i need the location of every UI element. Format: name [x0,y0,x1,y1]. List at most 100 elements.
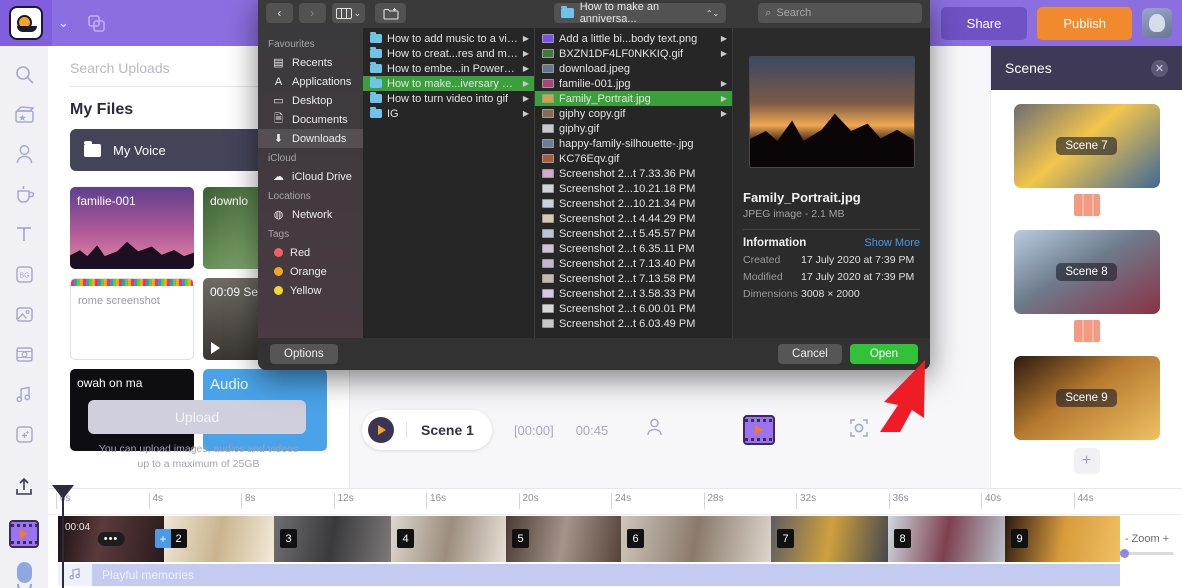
scene-thumbnail[interactable]: Scene 8 [1014,230,1160,314]
playhead[interactable] [62,489,64,588]
file-row[interactable]: Screenshot 2...t 6.00.01 PM [535,301,732,316]
file-row[interactable]: Screenshot 2...t 3.58.33 PM [535,286,732,301]
film-icon[interactable] [0,334,48,374]
crop-focus-icon[interactable] [849,418,869,443]
folder-column[interactable]: How to add music to a video▶How to creat… [363,28,535,340]
file-row[interactable]: Screenshot 2...10.21.18 PM [535,181,732,196]
scene-thumbnail[interactable]: Scene 7 [1014,104,1160,188]
timeline-clip[interactable]: 7 [771,516,888,562]
options-button[interactable]: Options [270,344,338,364]
open-button[interactable]: Open [850,344,918,364]
scene-transition-chip[interactable] [1074,320,1100,342]
path-dropdown[interactable]: How to make an anniversa... ⌃⌄ [554,3,727,23]
clapper-icon[interactable] [0,94,48,134]
background-icon[interactable]: BG [0,254,48,294]
column-view-button[interactable]: ⌄ [332,3,366,23]
audio-clip[interactable]: Playful memories [92,564,1120,586]
logo-dropdown-caret-icon[interactable]: ⌄ [58,15,69,31]
sidebar-item-yellow[interactable]: Yellow [258,281,363,300]
clip-more-options-button[interactable]: ••• [98,532,125,546]
folder-row[interactable]: How to add music to a video▶ [363,31,534,46]
upload-thumb[interactable]: rome screenshot [70,278,194,360]
timeline-ruler[interactable]: 0s4s8s12s16s20s24s28s32s36s40s44s [48,489,1182,515]
back-button[interactable]: ‹ [266,3,293,23]
sidebar-item-icloud-drive[interactable]: ☁iCloud Drive [258,167,363,186]
folder-row[interactable]: How to embe...in Powerpoint▶ [363,61,534,76]
dialog-sidebar[interactable]: Favourites▤RecentsAApplications▭Desktop🗎… [258,28,363,340]
cancel-button[interactable]: Cancel [778,344,842,364]
file-row[interactable]: Screenshot 2...t 7.33.36 PM [535,166,732,181]
forward-button[interactable]: › [299,3,326,23]
person-icon[interactable] [0,134,48,174]
video-icon[interactable] [743,415,775,445]
image-icon[interactable] [0,294,48,334]
sparkle-effects-icon[interactable] [0,414,48,454]
scene-transition-chip[interactable] [1074,194,1100,216]
video-preview-icon[interactable] [9,520,39,548]
file-row[interactable]: Screenshot 2...t 6.35.11 PM [535,241,732,256]
add-scene-button[interactable]: + [1074,448,1100,474]
timeline-clip[interactable]: 3 [274,516,391,562]
file-row[interactable]: KC76Eqv.gif [535,151,732,166]
cup-icon[interactable] [0,174,48,214]
zoom-slider[interactable] [1120,552,1174,555]
dialog-search-input[interactable]: ⌕ Search [758,3,922,23]
file-row[interactable]: Screenshot 2...10.21.34 PM [535,196,732,211]
sidebar-item-documents[interactable]: 🗎Documents [258,110,363,129]
file-row[interactable]: Family_Portrait.jpg▶ [535,91,732,106]
new-folder-button[interactable] [375,3,405,23]
zoom-out-button[interactable]: - [1125,533,1129,545]
sidebar-item-red[interactable]: Red [258,243,363,262]
sidebar-item-desktop[interactable]: ▭Desktop [258,91,363,110]
music-note-icon[interactable] [0,374,48,414]
play-icon[interactable] [368,417,394,443]
sidebar-item-applications[interactable]: AApplications [258,72,363,91]
scene-selector[interactable]: Scene 1 [362,410,492,450]
upload-thumb[interactable]: familie-001 [70,187,194,269]
scene-thumbnail[interactable]: Scene 9 [1014,356,1160,440]
file-row[interactable]: BXZN1DF4LF0NKKIQ.gif▶ [535,46,732,61]
user-avatar[interactable] [1142,8,1172,38]
sidebar-item-downloads[interactable]: ⬇Downloads [258,129,363,148]
file-row[interactable]: Screenshot 2...t 5.45.57 PM [535,226,732,241]
timeline-clip[interactable]: 9 [1005,516,1120,562]
zoom-in-button[interactable]: + [1163,533,1169,545]
search-icon[interactable] [0,54,48,94]
folder-row[interactable]: How to turn video into gif▶ [363,91,534,106]
upload-icon[interactable] [0,464,48,510]
file-row[interactable]: Screenshot 2...t 4.44.29 PM [535,211,732,226]
video-track[interactable]: 00:04•••+23456789 [58,516,1120,562]
text-icon[interactable] [0,214,48,254]
folder-row[interactable]: How to make...iversary video▶ [363,76,534,91]
folder-row[interactable]: How to creat...res and music▶ [363,46,534,61]
timeline-clip[interactable]: 8 [888,516,1005,562]
sidebar-item-recents[interactable]: ▤Recents [258,53,363,72]
close-icon[interactable]: ✕ [1151,60,1168,77]
file-row[interactable]: download.jpeg [535,61,732,76]
file-row[interactable]: giphy.gif [535,121,732,136]
file-column[interactable]: Add a little bi...body text.png▶BXZN1DF4… [535,28,733,340]
microphone-icon[interactable] [13,562,35,588]
publish-button[interactable]: Publish [1037,7,1132,40]
app-logo[interactable] [0,0,52,46]
file-row[interactable]: Screenshot 2...t 7.13.40 PM [535,256,732,271]
file-row[interactable]: Add a little bi...body text.png▶ [535,31,732,46]
character-icon[interactable] [646,418,663,442]
file-row[interactable]: Screenshot 2...t 7.13.58 PM [535,271,732,286]
duplicate-icon[interactable] [79,6,113,40]
sidebar-item-network[interactable]: ◍Network [258,205,363,224]
file-row[interactable]: Screenshot 2...t 6.03.49 PM [535,316,732,331]
sidebar-item-orange[interactable]: Orange [258,262,363,281]
timeline-clip[interactable]: 5 [506,516,621,562]
timeline-clip[interactable]: 00:04•••+ [58,516,164,562]
folder-row[interactable]: IG▶ [363,106,534,121]
timeline-clip[interactable]: 6 [621,516,771,562]
timeline-clip[interactable]: 4 [391,516,506,562]
file-row[interactable]: happy-family-silhouette-.jpg [535,136,732,151]
add-clip-button[interactable]: + [155,529,171,548]
upload-button[interactable]: Upload [88,400,306,434]
timeline-clip[interactable]: 2 [164,516,274,562]
file-row[interactable]: giphy copy.gif▶ [535,106,732,121]
file-row[interactable]: familie-001.jpg▶ [535,76,732,91]
show-more-link[interactable]: Show More [864,237,920,249]
